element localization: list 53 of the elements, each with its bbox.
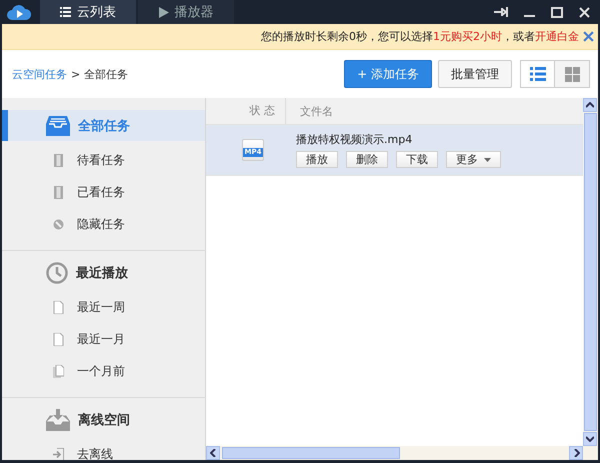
- grid-icon: [564, 66, 580, 82]
- scroll-right-button[interactable]: [569, 446, 583, 460]
- page-icon: [53, 332, 64, 346]
- page-icon: [53, 364, 64, 378]
- sidebar-section[interactable]: 最近播放: [2, 257, 205, 288]
- chevron-left-icon: [210, 449, 216, 457]
- title-tab[interactable]: 播放器: [138, 0, 234, 24]
- list-icon: [60, 7, 71, 17]
- scroll-up-button[interactable]: [583, 98, 597, 112]
- page-icon: [53, 300, 64, 314]
- add-task-button[interactable]: + 添加任务: [344, 60, 432, 88]
- maximize-icon[interactable]: [551, 6, 563, 18]
- cloud-logo-icon: [6, 3, 32, 21]
- film-icon: [53, 154, 64, 166]
- scrollbar-thumb[interactable]: [222, 447, 400, 459]
- title-tab[interactable]: 云列表: [40, 0, 136, 24]
- action-button[interactable]: 下载: [396, 151, 438, 168]
- film-icon: [53, 186, 64, 198]
- sidebar-item[interactable]: 最近一周: [2, 291, 205, 323]
- column-header: 状 态: [206, 98, 286, 124]
- caret-icon: [484, 158, 491, 162]
- chevron-right-icon: [572, 449, 580, 457]
- action-button[interactable]: 删除: [346, 151, 388, 168]
- hidden-icon: [53, 218, 64, 230]
- more-dropdown[interactable]: 更多: [446, 151, 501, 168]
- grid-view-button[interactable]: [555, 61, 589, 87]
- sidebar-item[interactable]: 去离线: [2, 438, 205, 460]
- sidebar-item[interactable]: 隐藏任务: [2, 208, 205, 240]
- sidebar-item[interactable]: 一个月前: [2, 355, 205, 387]
- column-header: 文件名: [299, 104, 333, 118]
- action-button[interactable]: 播放: [296, 151, 338, 168]
- pin-icon[interactable]: [494, 7, 508, 17]
- breadcrumb-link[interactable]: 云空间任务: [12, 66, 67, 82]
- sign-in-icon: [53, 448, 64, 460]
- chevron-up-icon: [586, 102, 594, 108]
- clock-icon: [46, 262, 68, 284]
- list-icon: [530, 67, 546, 81]
- sidebar-item[interactable]: 待看任务: [2, 144, 205, 176]
- breadcrumb-current: 全部任务: [84, 66, 128, 82]
- play-icon: [158, 6, 168, 18]
- chevron-down-icon: [586, 436, 594, 442]
- notice-text: 您的播放时长剩余0秒，您可以选择1元购买2小时，或者开通白金: [261, 29, 580, 44]
- scrollbar-thumb[interactable]: [584, 113, 597, 431]
- file-name: 播放特权视频演示.mp4: [296, 132, 414, 147]
- batch-manage-button[interactable]: 批量管理: [438, 60, 512, 88]
- inbox-icon: [46, 116, 70, 136]
- scroll-left-button[interactable]: [206, 446, 220, 460]
- download-tray-icon: [46, 408, 70, 430]
- breadcrumb-separator: >: [71, 68, 80, 80]
- sidebar-item[interactable]: 最近一月: [2, 323, 205, 355]
- sidebar-section[interactable]: 离线空间: [2, 404, 205, 435]
- scroll-down-button[interactable]: [583, 432, 597, 446]
- sidebar-item[interactable]: 已看任务: [2, 176, 205, 208]
